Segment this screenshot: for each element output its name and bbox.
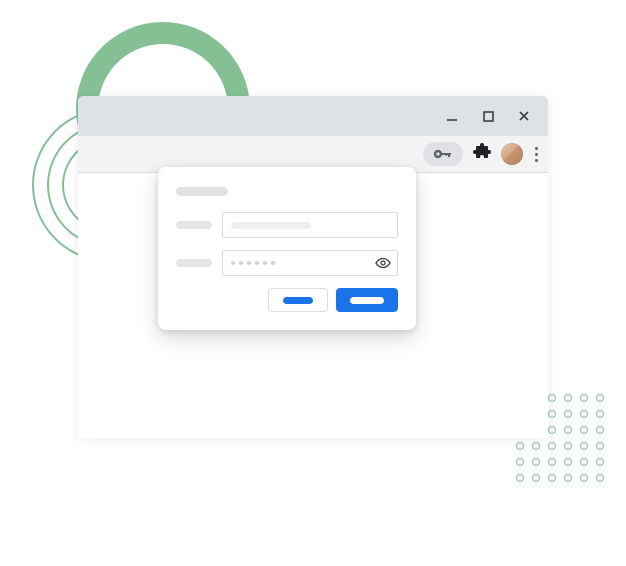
secondary-button-label-placeholder [283, 297, 313, 304]
page-viewport [78, 173, 548, 438]
primary-button[interactable] [336, 288, 398, 312]
primary-button-label-placeholder [350, 297, 384, 304]
username-value-placeholder [231, 222, 311, 229]
window-maximize-button[interactable] [472, 100, 504, 132]
key-icon [433, 148, 453, 160]
password-manager-button[interactable] [423, 142, 463, 166]
card-button-row [176, 288, 398, 312]
minimize-icon [445, 109, 459, 123]
username-label-placeholder [176, 221, 212, 229]
username-row [176, 212, 398, 238]
window-minimize-button[interactable] [436, 100, 468, 132]
extensions-button[interactable] [473, 143, 491, 166]
profile-avatar[interactable] [501, 143, 523, 165]
maximize-icon [482, 110, 495, 123]
password-label-placeholder [176, 259, 212, 267]
password-mask [231, 261, 275, 265]
window-close-button[interactable] [508, 100, 540, 132]
puzzle-icon [473, 143, 491, 161]
more-menu-button[interactable] [533, 145, 540, 164]
save-password-card [158, 167, 416, 330]
close-icon [517, 109, 531, 123]
reveal-password-button[interactable] [375, 257, 391, 269]
window-titlebar [78, 96, 548, 136]
secondary-button[interactable] [268, 288, 328, 312]
username-input[interactable] [222, 212, 398, 238]
password-input[interactable] [222, 250, 398, 276]
password-row [176, 250, 398, 276]
card-title-placeholder [176, 187, 228, 196]
eye-icon [375, 257, 391, 269]
browser-window [78, 96, 548, 438]
